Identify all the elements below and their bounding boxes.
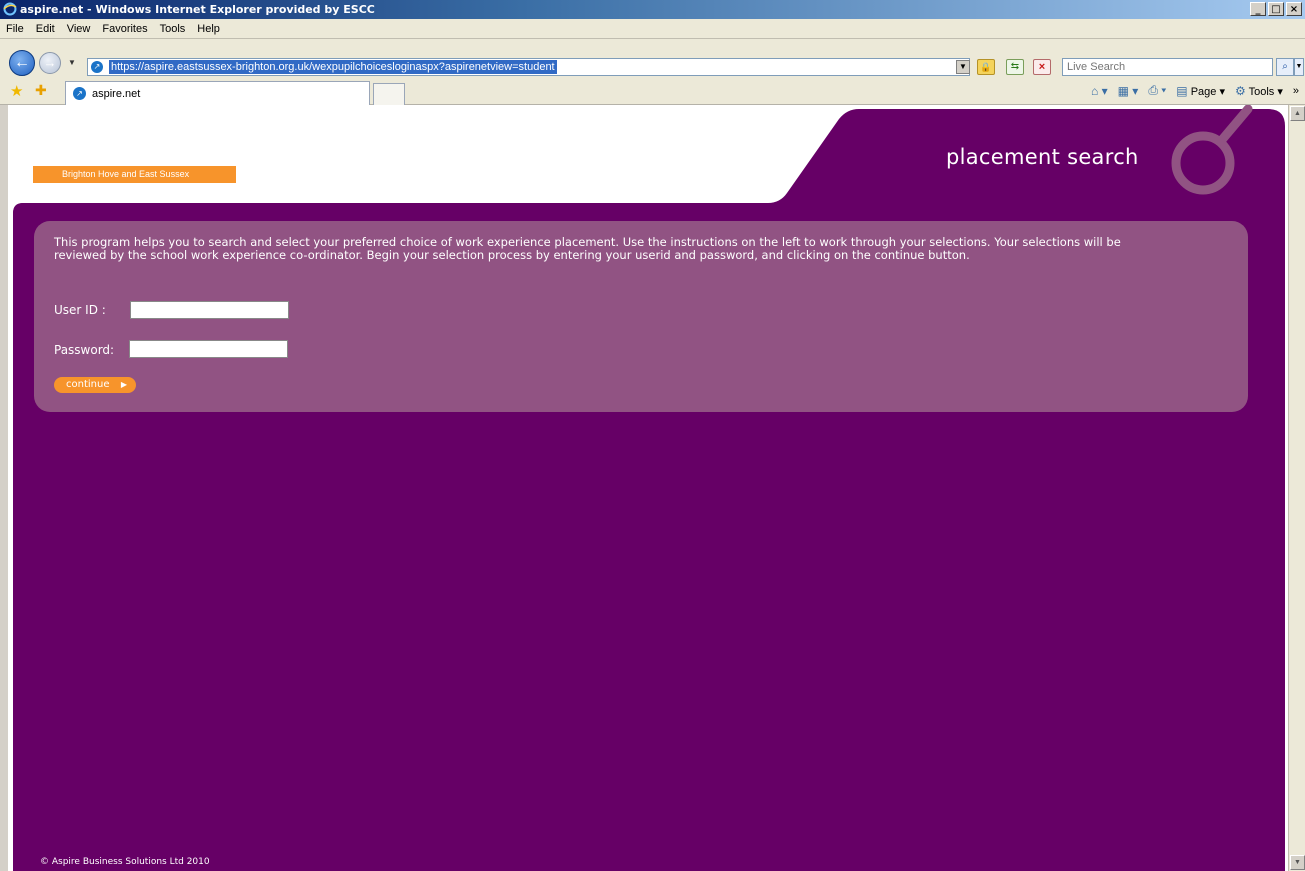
- menu-tools[interactable]: Tools: [154, 23, 192, 35]
- window-title-bar: aspire.net - Windows Internet Explorer p…: [0, 0, 1305, 19]
- refresh-icon[interactable]: ⇆: [1006, 59, 1024, 75]
- continue-button[interactable]: continue ▶: [54, 377, 136, 393]
- live-search-input[interactable]: [1062, 58, 1273, 76]
- page-menu[interactable]: ▤ Page ▾: [1176, 84, 1225, 98]
- print-icon[interactable]: ⎙ ▾: [1148, 83, 1166, 98]
- search-options-dropdown-icon[interactable]: ▼: [1294, 58, 1304, 76]
- intro-text: This program helps you to search and sel…: [54, 235, 1121, 262]
- menu-view[interactable]: View: [61, 23, 97, 35]
- tab-favicon-icon: ↗: [73, 87, 86, 100]
- tab-label: aspire.net: [92, 88, 141, 100]
- command-bar: ⌂ ▾ ▦ ▾ ⎙ ▾ ▤ Page ▾ ⚙ Tools ▾ »: [1091, 83, 1299, 98]
- site-favicon-icon: ↗: [91, 61, 103, 73]
- tabs-bar: ★ ✚ ↗ aspire.net ⌂ ▾ ▦ ▾ ⎙ ▾ ▤ Page ▾ ⚙ …: [0, 77, 1305, 105]
- org-badge: Brighton Hove and East Sussex: [33, 166, 236, 183]
- page-icon: ▤: [1176, 83, 1188, 98]
- tools-gear-icon: ⚙: [1234, 83, 1246, 98]
- continue-label: continue: [66, 379, 110, 390]
- close-button[interactable]: ×: [1286, 2, 1302, 16]
- password-input[interactable]: [129, 340, 288, 358]
- navigation-bar: ← → ▼ ↗ https://aspire.eastsussex-bright…: [0, 39, 1305, 77]
- search-icon[interactable]: ⌕: [1276, 58, 1294, 76]
- page-menu-label: Page: [1190, 85, 1217, 98]
- menu-edit[interactable]: Edit: [30, 23, 61, 35]
- window-title: aspire.net - Windows Internet Explorer p…: [20, 3, 375, 16]
- back-button[interactable]: ←: [9, 50, 35, 76]
- address-bar[interactable]: ↗ https://aspire.eastsussex-brighton.org…: [87, 58, 970, 76]
- page-viewport: Brighton Hove and East Sussex placement …: [8, 105, 1288, 871]
- tab-aspire[interactable]: ↗ aspire.net: [65, 81, 370, 105]
- window-left-border: [0, 105, 8, 871]
- copyright-text: © Aspire Business Solutions Ltd 2010: [40, 857, 210, 867]
- userid-label: User ID :: [54, 303, 106, 317]
- menu-favorites[interactable]: Favorites: [96, 23, 153, 35]
- recent-pages-dropdown-icon[interactable]: ▼: [68, 58, 76, 67]
- stop-icon[interactable]: ×: [1033, 59, 1051, 75]
- password-label: Password:: [54, 343, 115, 357]
- add-favorites-icon[interactable]: ✚: [35, 82, 47, 99]
- page-title: placement search: [946, 145, 1139, 169]
- minimize-button[interactable]: _: [1250, 2, 1266, 16]
- internet-explorer-icon: [3, 2, 17, 16]
- vertical-scrollbar[interactable]: ▲ ▼: [1288, 105, 1305, 871]
- address-dropdown-icon[interactable]: ▼: [956, 60, 970, 74]
- favorites-star-icon[interactable]: ★: [10, 82, 23, 100]
- login-panel: This program helps you to search and sel…: [34, 221, 1248, 412]
- more-commands-icon[interactable]: »: [1293, 85, 1299, 97]
- forward-button[interactable]: →: [39, 52, 61, 74]
- menu-bar: File Edit View Favorites Tools Help: [0, 19, 1305, 39]
- scroll-up-arrow-icon[interactable]: ▲: [1290, 106, 1305, 121]
- maximize-button[interactable]: □: [1268, 2, 1284, 16]
- tools-menu[interactable]: ⚙ Tools ▾: [1235, 84, 1283, 98]
- security-lock-icon[interactable]: 🔒: [977, 59, 995, 75]
- window-controls: _ □ ×: [1250, 2, 1302, 16]
- feeds-icon[interactable]: ▦ ▾: [1118, 84, 1139, 98]
- menu-help[interactable]: Help: [191, 23, 226, 35]
- userid-input[interactable]: [130, 301, 289, 319]
- play-arrow-icon: ▶: [120, 380, 127, 389]
- address-url[interactable]: https://aspire.eastsussex-brighton.org.u…: [109, 60, 557, 74]
- menu-file[interactable]: File: [0, 23, 30, 35]
- home-icon[interactable]: ⌂ ▾: [1091, 84, 1108, 98]
- tools-menu-label: Tools: [1248, 85, 1275, 98]
- new-tab-button[interactable]: [373, 83, 405, 105]
- scroll-down-arrow-icon[interactable]: ▼: [1290, 855, 1305, 870]
